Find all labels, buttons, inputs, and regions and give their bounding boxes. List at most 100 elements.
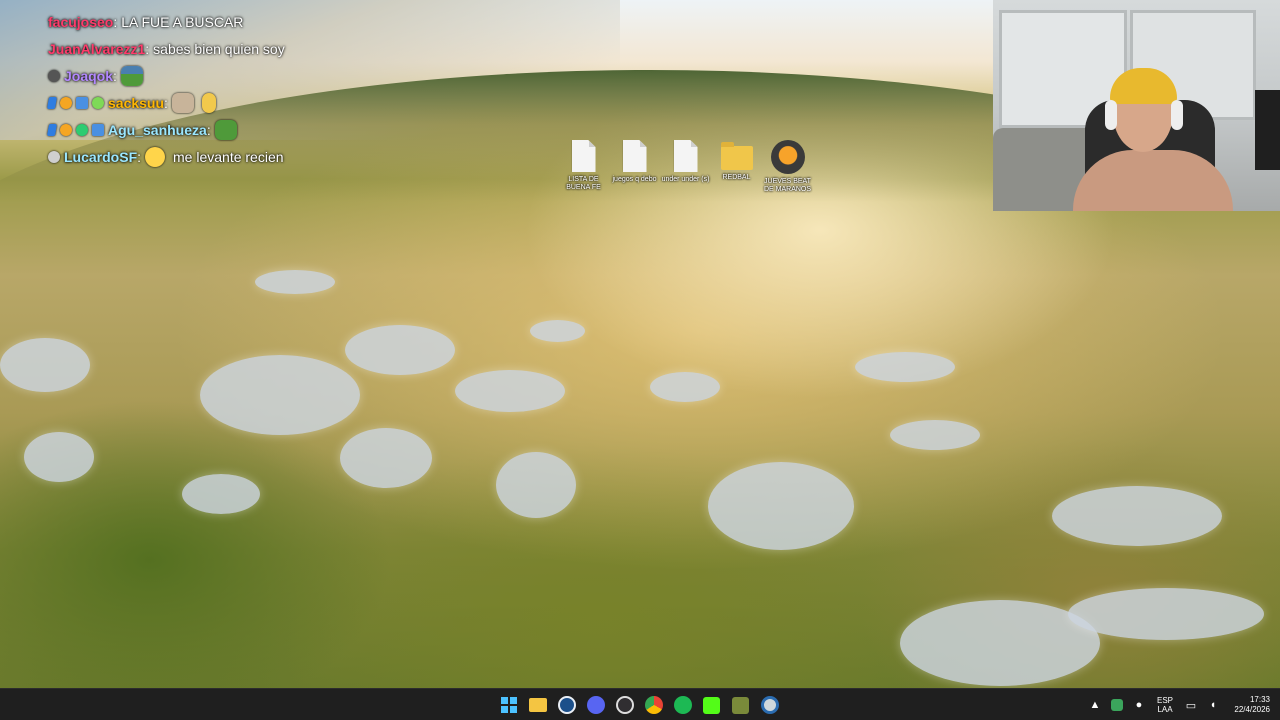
wallpaper-pond bbox=[24, 432, 94, 482]
wallpaper-pond bbox=[340, 428, 432, 488]
security-icon[interactable] bbox=[1106, 689, 1128, 720]
bits-badge-icon bbox=[76, 123, 88, 136]
wave-hand-emote-icon bbox=[201, 92, 216, 113]
clock-time: 17:33 bbox=[1249, 695, 1270, 704]
wallpaper-pond bbox=[890, 420, 980, 450]
wallpaper-pond bbox=[1052, 486, 1222, 546]
chat-username: Joaqok bbox=[64, 67, 114, 84]
language-indicator[interactable]: ESP LAA bbox=[1150, 696, 1180, 714]
desktop-icon-juegos-q-debo[interactable]: juegos q debo bbox=[609, 140, 660, 194]
language-code: ESP bbox=[1156, 696, 1173, 705]
spotify-icon bbox=[673, 696, 692, 714]
taskbar-apps bbox=[494, 689, 784, 720]
verified-badge-icon bbox=[46, 123, 58, 136]
webcam-overlay bbox=[993, 0, 1280, 211]
text-file-icon bbox=[673, 140, 698, 172]
taskbar-obs[interactable] bbox=[610, 691, 639, 719]
wallpaper-pond bbox=[182, 474, 260, 514]
ccleaner-icon bbox=[760, 696, 779, 714]
chat-message: facujoseo : LA FUE A BUSCAR bbox=[48, 8, 285, 35]
chrome-icon bbox=[644, 696, 663, 714]
taskbar-game[interactable] bbox=[726, 691, 755, 719]
volume-icon[interactable]: ◖ bbox=[1202, 689, 1224, 720]
wallpaper-pond bbox=[455, 370, 565, 412]
desktop-icon-jueves-beat[interactable]: JUEVES BEAT DE MARANOS bbox=[762, 140, 813, 194]
desktop-icon-label: juegos q debo bbox=[612, 176, 657, 183]
pepe-hat-emote-icon bbox=[120, 65, 143, 86]
sub-badge-icon bbox=[60, 96, 72, 109]
taskbar: ▲ ● ESP LAA ▭ ◖ 17:33 22/4/2026 bbox=[0, 688, 1280, 720]
wallpaper-pond bbox=[1068, 588, 1264, 640]
taskbar-chrome[interactable] bbox=[639, 691, 668, 719]
taskbar-kick[interactable] bbox=[697, 691, 726, 719]
discord-icon bbox=[586, 696, 605, 714]
cat-emote-icon bbox=[171, 92, 194, 113]
chat-message: LucardoSF : me levante recien bbox=[48, 143, 285, 170]
chat-username: LucardoSF bbox=[64, 148, 138, 165]
wallpaper-pond bbox=[345, 325, 455, 375]
wallpaper-pond bbox=[855, 352, 955, 382]
skull-badge-icon bbox=[48, 69, 60, 82]
wallpaper-pond bbox=[255, 270, 335, 294]
verified-badge-icon bbox=[46, 96, 58, 109]
wallpaper-pond bbox=[650, 372, 720, 402]
obs-icon bbox=[615, 696, 634, 714]
headphone-icon bbox=[1105, 100, 1117, 130]
chat-text: sabes bien quien soy bbox=[153, 40, 285, 57]
clock-date: 22/4/2026 bbox=[1234, 705, 1270, 714]
chat-username: sacksuu bbox=[108, 94, 165, 111]
steam-icon bbox=[557, 696, 576, 714]
system-tray: ▲ ● ESP LAA ▭ ◖ 17:33 22/4/2026 bbox=[1084, 689, 1280, 720]
clock[interactable]: 17:33 22/4/2026 bbox=[1224, 695, 1280, 715]
desktop-icons: LISTA DE BUENA FE juegos q debo under un… bbox=[558, 140, 813, 194]
desktop-icon-under-under[interactable]: under under (s) bbox=[660, 140, 711, 194]
kick-icon bbox=[703, 696, 720, 714]
wallpaper-pond bbox=[530, 320, 585, 342]
chat-message: Agu_sanhueza : bbox=[46, 116, 285, 143]
chat-separator: : bbox=[113, 13, 118, 30]
gift-badge-icon bbox=[92, 123, 104, 136]
chat-separator: : bbox=[145, 40, 150, 57]
start-button[interactable] bbox=[494, 691, 523, 719]
chat-message: JuanAlvarezz1 : sabes bien quien soy bbox=[48, 35, 285, 62]
chevron-up-icon[interactable]: ▲ bbox=[1084, 689, 1106, 720]
desktop-icon-label: JUEVES BEAT DE MARANOS bbox=[763, 178, 812, 193]
folder-icon bbox=[720, 142, 753, 170]
alien-badge-icon bbox=[92, 96, 104, 109]
chat-username: Agu_sanhueza bbox=[108, 121, 207, 138]
desktop-icon-label: under under (s) bbox=[661, 176, 710, 183]
chat-text: me levante recien bbox=[173, 148, 284, 165]
folder-icon bbox=[528, 698, 547, 712]
wallpaper-pond bbox=[0, 338, 90, 392]
chat-separator: : bbox=[137, 148, 142, 165]
language-layout: LAA bbox=[1157, 705, 1173, 714]
headphone-icon bbox=[1171, 100, 1183, 130]
fl-studio-icon bbox=[770, 140, 805, 174]
neutral-face-emote-icon bbox=[145, 146, 166, 167]
chat-text: LA FUE A BUSCAR bbox=[121, 13, 244, 30]
moon-badge-icon bbox=[48, 150, 60, 163]
taskbar-discord[interactable] bbox=[581, 691, 610, 719]
desktop-icon-label: REDBAL bbox=[722, 174, 751, 181]
desktop-icon-label: LISTA DE BUENA FE bbox=[566, 176, 601, 191]
webcam-monitor bbox=[1255, 90, 1280, 170]
taskbar-file-explorer[interactable] bbox=[523, 691, 552, 719]
microphone-icon[interactable]: ● bbox=[1128, 689, 1150, 720]
chat-message: Joaqok : bbox=[48, 62, 285, 89]
desktop-icon-redbal[interactable]: REDBAL bbox=[711, 140, 762, 194]
chat-separator: : bbox=[164, 94, 168, 111]
wallpaper-pond bbox=[200, 355, 360, 435]
chat-username: JuanAlvarezz1 bbox=[48, 40, 146, 57]
text-file-icon bbox=[622, 140, 647, 172]
chat-separator: : bbox=[113, 67, 117, 84]
game-icon bbox=[732, 696, 749, 714]
windows-start-icon bbox=[500, 697, 517, 713]
network-icon[interactable]: ▭ bbox=[1180, 689, 1202, 720]
sub-badge-icon bbox=[60, 123, 72, 136]
wallpaper-pond bbox=[708, 462, 854, 550]
desktop-icon-lista-de-buena-fe[interactable]: LISTA DE BUENA FE bbox=[558, 140, 609, 194]
taskbar-steam[interactable] bbox=[552, 691, 581, 719]
taskbar-ccleaner[interactable] bbox=[755, 691, 784, 719]
taskbar-spotify[interactable] bbox=[668, 691, 697, 719]
stream-chat-overlay: facujoseo : LA FUE A BUSCAR JuanAlvarezz… bbox=[46, 8, 285, 170]
